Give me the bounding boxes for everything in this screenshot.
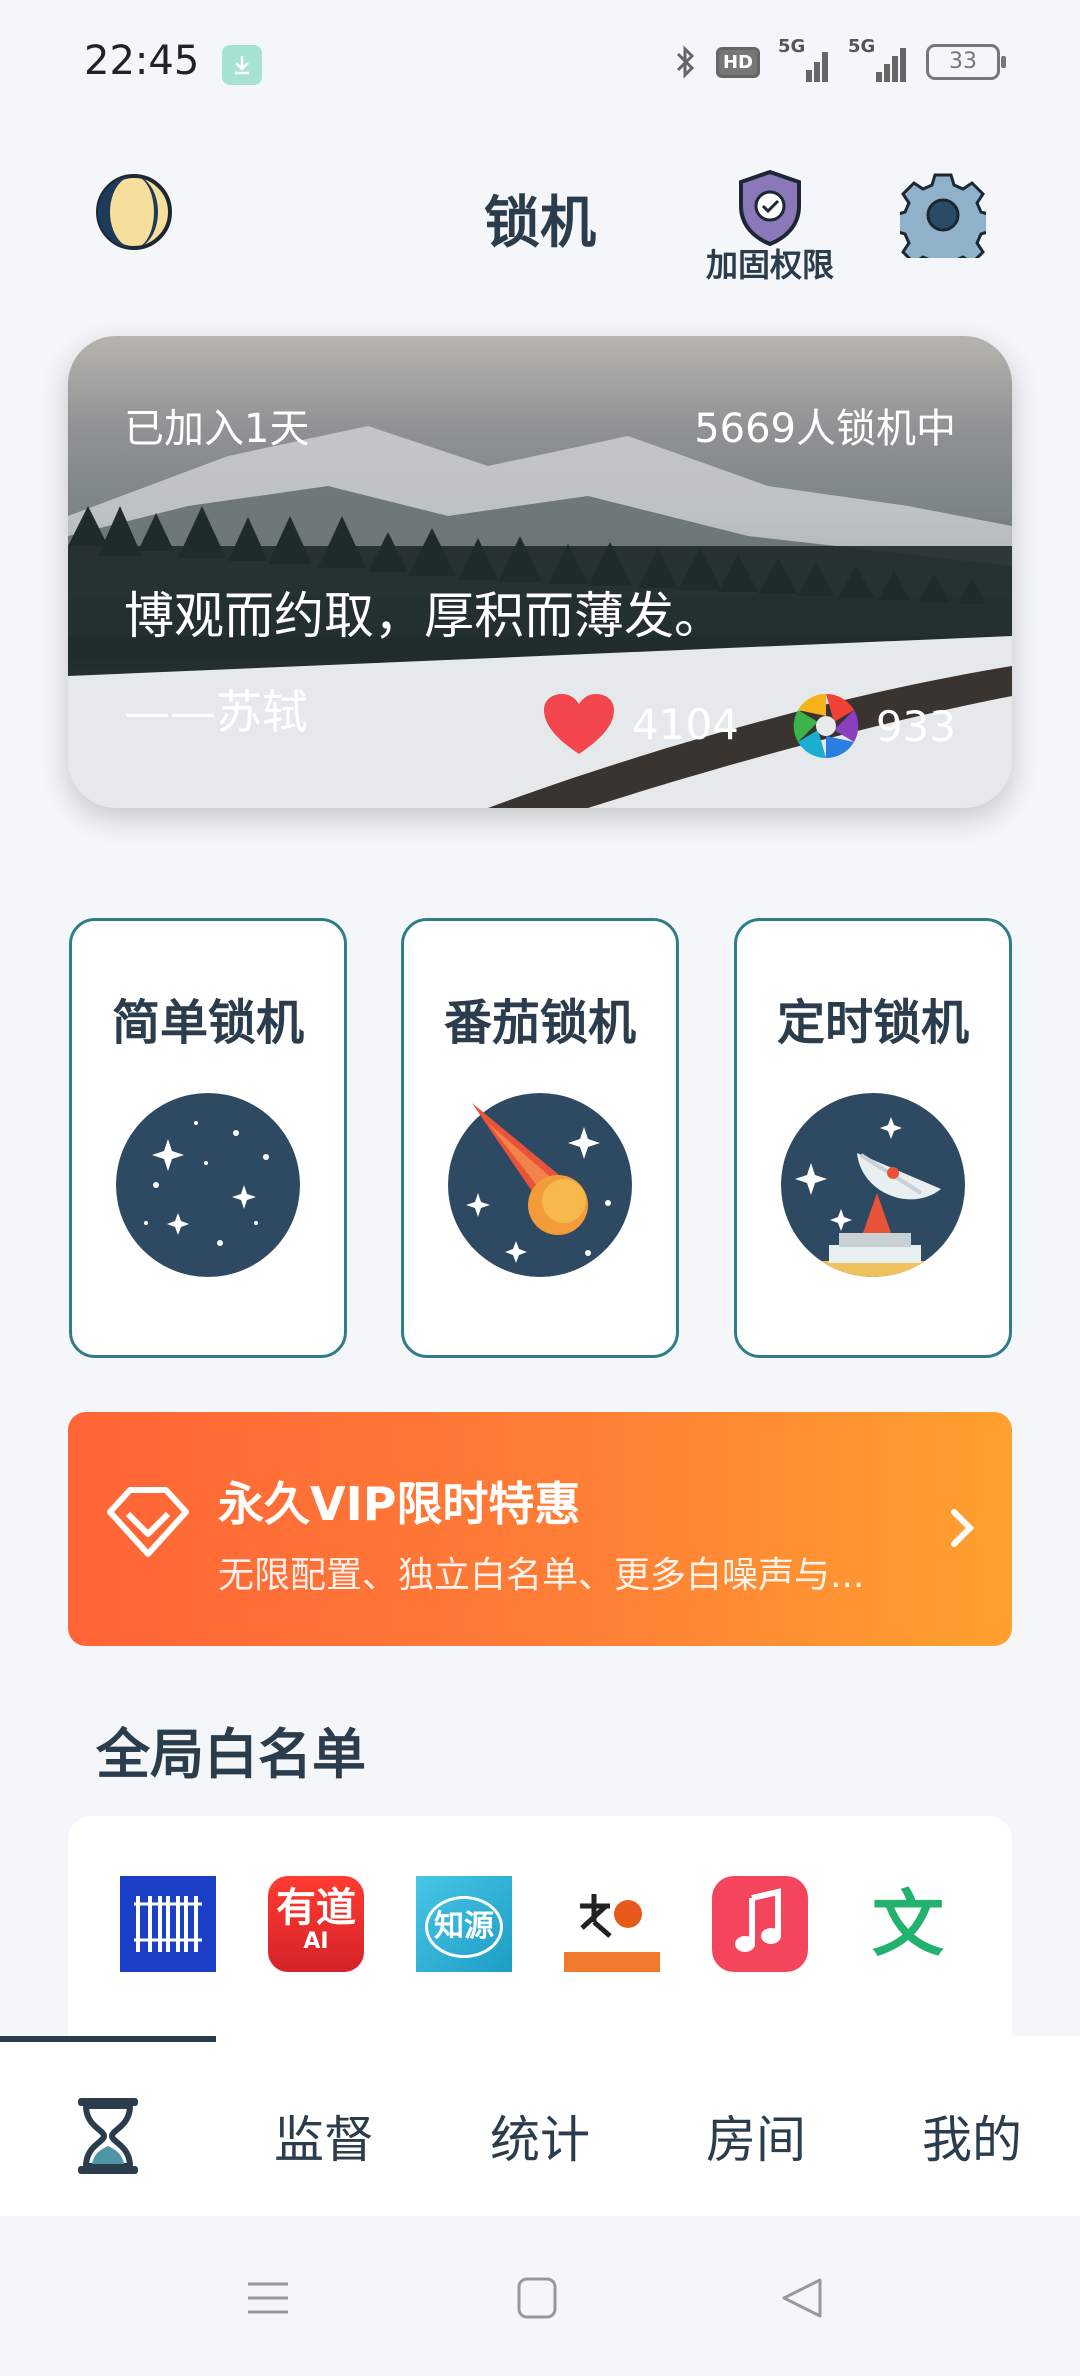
nav-mine[interactable]: 我的 [864,2100,1080,2172]
quote-author: ——苏轼 [124,685,308,739]
heart-icon [544,694,614,754]
online-users: 5669人锁机中 [694,406,956,452]
mode-card-timer[interactable]: 定时锁机 [734,918,1012,1358]
mode-label: 简单锁机 [111,995,304,1051]
nav-statistics[interactable]: 统计 [432,2100,648,2172]
whitelist-title: 全局白名单 [96,1723,366,1786]
like-button[interactable]: 4104 [542,692,739,756]
signal-icon: 5G [778,36,830,82]
joined-days: 已加入1天 [124,406,310,452]
mode-label: 番茄锁机 [443,995,636,1051]
gear-icon[interactable] [900,172,986,258]
vip-title: 永久VIP限时特惠 [218,1477,581,1531]
starry-sky-icon [116,1093,300,1277]
music-app-icon[interactable] [712,1876,808,1972]
hd-icon: HD [715,46,760,78]
shield-button[interactable]: 加固权限 [700,168,840,286]
wen-app-icon[interactable]: 文 [860,1876,956,1972]
status-bar: 22:45 HD 5G 5G 33 [0,0,1080,130]
mode-label: 定时锁机 [776,995,969,1051]
shield-icon [739,169,801,247]
quote-banner[interactable]: 已加入1天 5669人锁机中 博观而约取，厚积而薄发。 ——苏轼 4104 93… [68,336,1012,808]
system-navigation-bar [0,2216,1080,2376]
youdao-app-icon[interactable]: 有道 AI [268,1876,364,1972]
clock: 22:45 [84,38,200,84]
download-icon [222,45,262,85]
nav-room[interactable]: 房间 [648,2100,864,2172]
mode-card-pomodoro[interactable]: 番茄锁机 [401,918,679,1358]
vip-promo-banner[interactable]: 永久VIP限时特惠 无限配置、独立白名单、更多白噪声与... [68,1412,1012,1646]
quote-text: 博观而约取，厚积而薄发。 [124,587,724,645]
nav-supervise[interactable]: 监督 [216,2100,432,2172]
like-count: 4104 [632,699,739,749]
barcode-app-icon[interactable] [120,1876,216,1972]
comet-icon [448,1093,632,1277]
share-button[interactable]: 933 [792,692,956,760]
shield-label: 加固权限 [705,246,834,284]
mode-card-simple[interactable]: 简单锁机 [69,918,347,1358]
dictionary-app-icon[interactable] [564,1876,660,1972]
hourglass-icon[interactable] [76,2096,140,2176]
chevron-right-icon [951,1509,975,1547]
bottom-nav: 监督 统计 房间 我的 [0,2036,1080,2216]
battery-icon: 33 [926,44,1006,80]
vip-subtitle: 无限配置、独立白名单、更多白噪声与... [218,1555,865,1596]
radar-dish-icon [781,1093,965,1277]
menu-icon[interactable] [246,2276,290,2320]
share-count: 933 [875,701,956,751]
bluetooth-icon [674,44,698,80]
home-icon[interactable] [516,2276,558,2320]
diamond-icon [107,1487,189,1557]
signal-icon-2: 5G [848,36,908,82]
zhiyuan-app-icon[interactable]: 知源 [416,1876,512,1972]
back-icon[interactable] [780,2276,824,2320]
nav-active-indicator [0,2036,216,2042]
aperture-icon [793,693,859,759]
